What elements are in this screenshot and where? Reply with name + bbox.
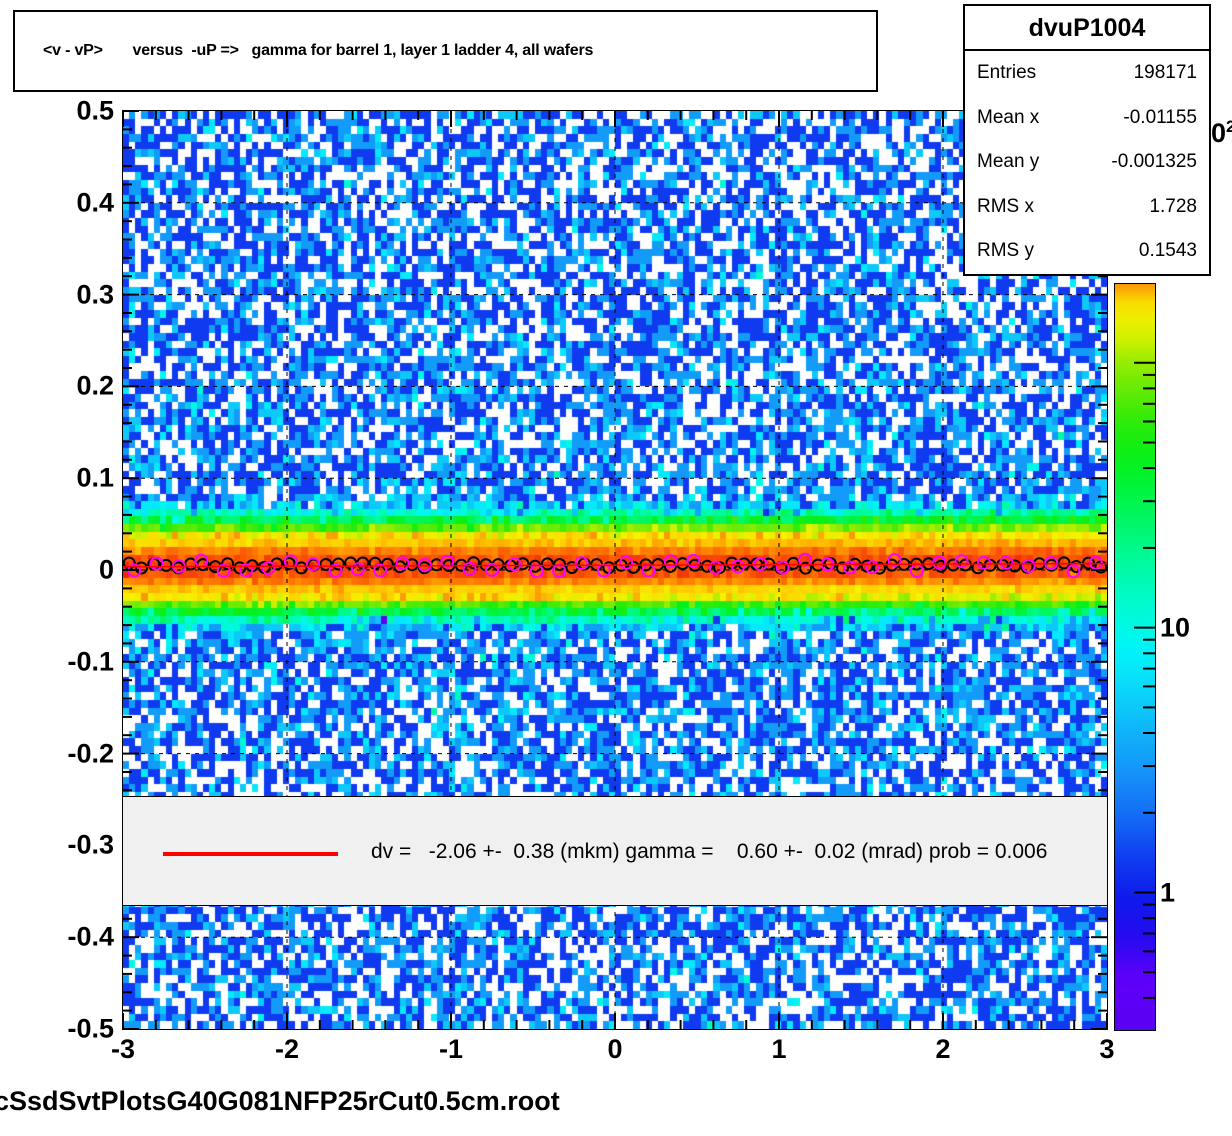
page-title: <v - vP> versus -uP => gamma for barrel … xyxy=(43,42,594,59)
stat-value: 1.728 xyxy=(1149,195,1197,217)
fit-legend-text: dv = -2.06 +- 0.38 (mkm) gamma = 0.60 +-… xyxy=(371,840,1048,863)
stat-key: Mean y xyxy=(977,151,1040,173)
statistics-rows: Entries 198171 Mean x -0.01155 Mean y -0.0013… xyxy=(965,51,1209,274)
color-palette: 10 1 xyxy=(1114,283,1190,1031)
x-tick-label: 3 xyxy=(1099,1034,1115,1064)
statistics-title: dvuP1004 xyxy=(965,6,1209,51)
x-tick-label: 0 xyxy=(607,1034,623,1064)
x-tick-label: -3 xyxy=(110,1034,135,1064)
y-tick-label: -0.3 xyxy=(67,829,114,860)
stat-key: RMS y xyxy=(977,240,1034,262)
fit-line-swatch xyxy=(163,852,338,856)
stat-row: RMS x 1.728 xyxy=(965,185,1209,230)
x-tick-label: 2 xyxy=(935,1034,951,1064)
stat-value: 198171 xyxy=(1133,62,1197,84)
stat-value: -0.001325 xyxy=(1111,151,1197,173)
stat-row: Mean x -0.01155 xyxy=(965,96,1209,141)
stat-row: RMS y 0.1543 xyxy=(965,229,1209,274)
x-tick-label: 1 xyxy=(771,1034,787,1064)
source-file-label: cSsdSvtPlotsG40G081NFP25rCut0.5cm.root xyxy=(0,1086,560,1116)
root-canvas: <v - vP> versus -uP => gamma for barrel … xyxy=(0,0,1232,1136)
stat-key: Entries xyxy=(977,62,1037,84)
y-tick-label: 0.2 xyxy=(76,370,114,401)
y-tick-label: -0.2 xyxy=(67,738,114,769)
palette-tick-label: 1 xyxy=(1160,877,1176,907)
statistics-box: dvuP1004 Entries 198171 Mean x -0.01155 Mean… xyxy=(963,4,1211,276)
palette-gradient-bar xyxy=(1114,283,1156,1031)
fit-legend-box: dv = -2.06 +- 0.38 (mkm) gamma = 0.60 +-… xyxy=(122,796,1108,906)
palette-tick-label: 10 xyxy=(1160,612,1191,643)
x-tick-label: -2 xyxy=(274,1034,299,1064)
y-tick-label: 0.1 xyxy=(76,462,114,493)
stat-key: RMS x xyxy=(977,195,1034,217)
plot-title-box: <v - vP> versus -uP => gamma for barrel … xyxy=(13,10,878,92)
y-tick-label: -0.4 xyxy=(67,921,114,952)
y-tick-label: 0.5 xyxy=(76,95,114,126)
stat-row: Mean y -0.001325 xyxy=(965,140,1209,185)
x-tick-label: -1 xyxy=(438,1034,463,1064)
y-tick-label: 0.3 xyxy=(76,279,114,310)
y-tick-label: 0 xyxy=(98,554,114,585)
stat-value: -0.01155 xyxy=(1123,106,1197,128)
y-tick-label: 0.4 xyxy=(76,187,114,218)
stat-row: Entries 198171 xyxy=(965,51,1209,96)
y-tick-label: -0.1 xyxy=(67,646,114,677)
stat-value: 0.1543 xyxy=(1138,240,1197,262)
stat-key: Mean x xyxy=(977,106,1040,128)
